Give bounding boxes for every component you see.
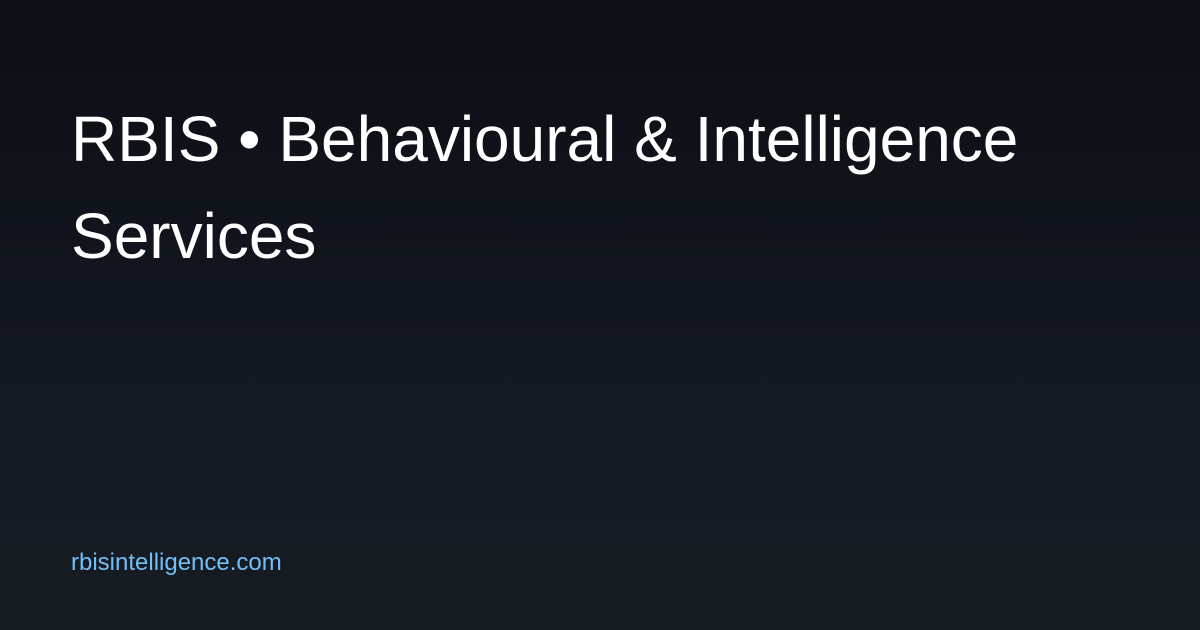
site-url: rbisintelligence.com bbox=[71, 549, 282, 576]
page-title: RBIS • Behavioural & Intelligence Servic… bbox=[71, 103, 1019, 272]
